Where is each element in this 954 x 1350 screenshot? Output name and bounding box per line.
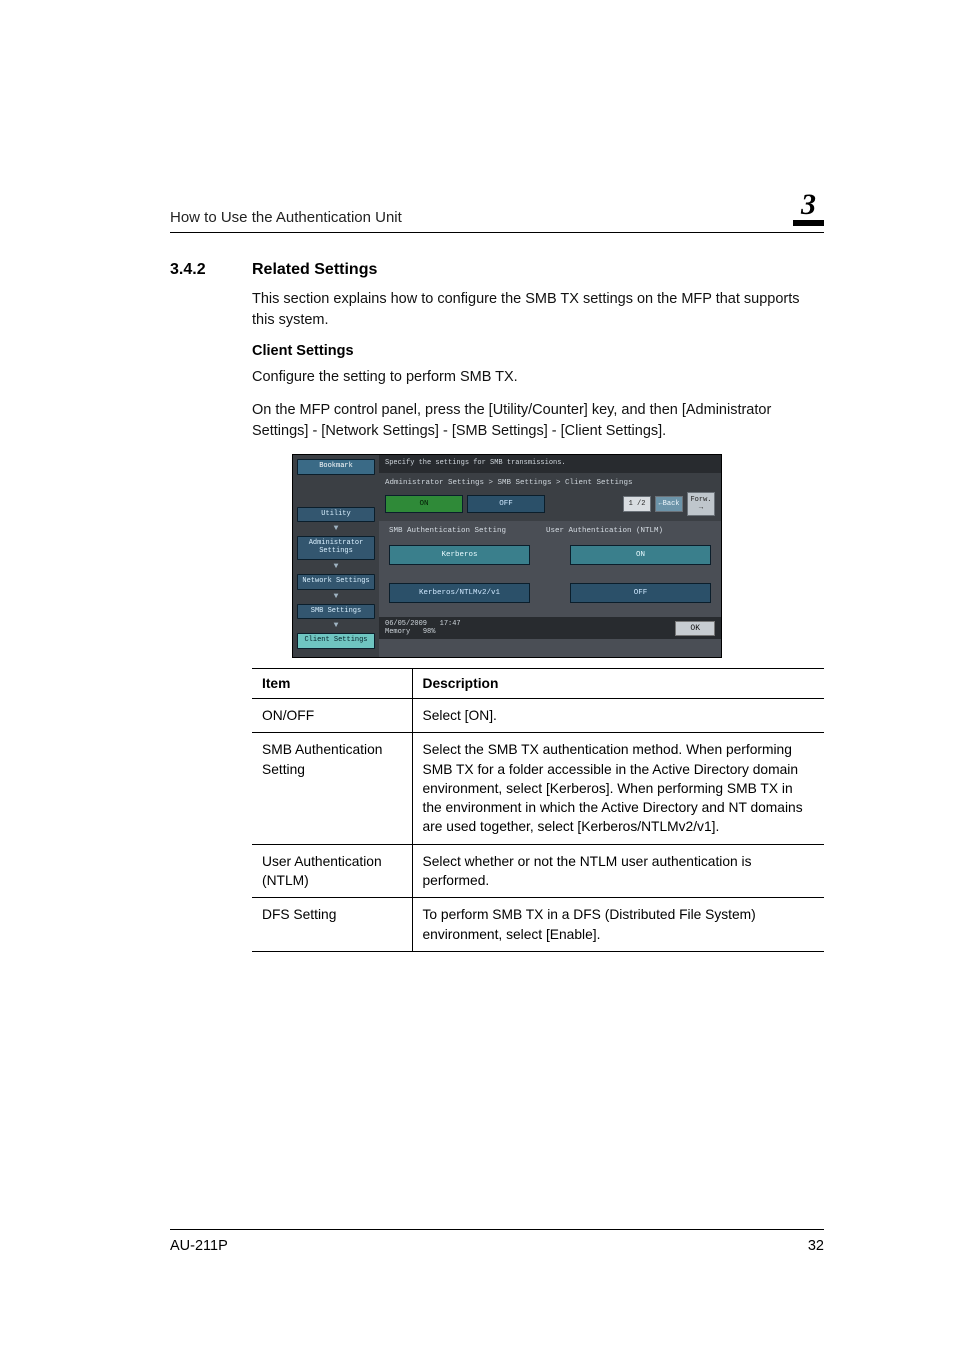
desc-cell: Select whether or not the NTLM user auth…	[412, 844, 824, 898]
desc-cell: Select [ON].	[412, 698, 824, 732]
back-button[interactable]: ←Back	[655, 496, 683, 512]
table-row: User Authentication (NTLM) Select whethe…	[252, 844, 824, 898]
item-cell: DFS Setting	[252, 898, 412, 952]
down-arrow-icon: ▼	[297, 525, 375, 533]
panel-content: Specify the settings for SMB transmissio…	[379, 455, 721, 657]
footer-model: AU-211P	[170, 1238, 228, 1254]
status-time: 17:47	[440, 620, 461, 628]
down-arrow-icon: ▼	[297, 593, 375, 601]
forward-button[interactable]: Forw. →	[687, 492, 715, 516]
user-auth-ntlm-label: User Authentication (NTLM)	[546, 527, 663, 535]
ntlm-on-option[interactable]: ON	[570, 545, 711, 565]
item-cell: SMB Authentication Setting	[252, 733, 412, 845]
page-counter: 1 /2	[623, 496, 651, 512]
section-title: Related Settings	[252, 261, 377, 279]
sidebar-smb-settings-button[interactable]: SMB Settings	[297, 604, 375, 620]
status-memory-pct: 98%	[423, 628, 436, 636]
panel-tab-row: ON OFF 1 /2 ←Back Forw. →	[379, 492, 721, 521]
section-number: 3.4.2	[170, 261, 216, 279]
table-header-description: Description	[412, 668, 824, 698]
sidebar-admin-settings-button[interactable]: Administrator Settings	[297, 536, 375, 559]
sidebar-utility-button[interactable]: Utility	[297, 507, 375, 523]
desc-cell: To perform SMB TX in a DFS (Distributed …	[412, 898, 824, 952]
client-settings-p2: On the MFP control panel, press the [Uti…	[252, 400, 824, 442]
table-row: ON/OFF Select [ON].	[252, 698, 824, 732]
down-arrow-icon: ▼	[297, 563, 375, 571]
smb-auth-setting-label: SMB Authentication Setting	[389, 527, 506, 535]
sidebar-client-settings-button[interactable]: Client Settings	[297, 633, 375, 649]
running-header-title: How to Use the Authentication Unit	[170, 209, 402, 226]
kerberos-ntlm-option[interactable]: Kerberos/NTLMv2/v1	[389, 583, 530, 603]
ntlm-off-option[interactable]: OFF	[570, 583, 711, 603]
panel-sidebar: Bookmark Utility ▼ Administrator Setting…	[293, 455, 379, 657]
client-settings-heading: Client Settings	[252, 343, 824, 359]
mfp-panel: Bookmark Utility ▼ Administrator Setting…	[292, 454, 722, 658]
panel-status-bar: 06/05/2009 17:47 Memory 98% OK	[379, 617, 721, 639]
kerberos-option[interactable]: Kerberos	[389, 545, 530, 565]
table-row: SMB Authentication Setting Select the SM…	[252, 733, 824, 845]
intro-paragraph: This section explains how to configure t…	[252, 289, 824, 331]
status-date: 06/05/2009	[385, 620, 427, 628]
panel-breadcrumb: Administrator Settings > SMB Settings > …	[379, 473, 721, 492]
running-header: How to Use the Authentication Unit 3	[170, 190, 824, 233]
page-footer: AU-211P 32	[170, 1229, 824, 1254]
panel-help-strip: Specify the settings for SMB transmissio…	[379, 455, 721, 473]
footer-page-number: 32	[808, 1238, 824, 1254]
on-tab[interactable]: ON	[385, 495, 463, 513]
item-cell: ON/OFF	[252, 698, 412, 732]
chapter-number-badge: 3	[793, 190, 824, 226]
client-settings-p1: Configure the setting to perform SMB TX.	[252, 367, 824, 388]
status-memory-label: Memory	[385, 628, 410, 636]
section-heading: 3.4.2 Related Settings	[170, 261, 824, 279]
mfp-panel-figure: Bookmark Utility ▼ Administrator Setting…	[292, 454, 824, 658]
down-arrow-icon: ▼	[297, 622, 375, 630]
table-row: DFS Setting To perform SMB TX in a DFS (…	[252, 898, 824, 952]
sidebar-network-settings-button[interactable]: Network Settings	[297, 574, 375, 590]
ok-button[interactable]: OK	[675, 621, 715, 636]
table-header-item: Item	[252, 668, 412, 698]
desc-cell: Select the SMB TX authentication method.…	[412, 733, 824, 845]
settings-description-table: Item Description ON/OFF Select [ON]. SMB…	[252, 668, 824, 952]
off-tab[interactable]: OFF	[467, 495, 545, 513]
sidebar-bookmark-button[interactable]: Bookmark	[297, 459, 375, 475]
item-cell: User Authentication (NTLM)	[252, 844, 412, 898]
